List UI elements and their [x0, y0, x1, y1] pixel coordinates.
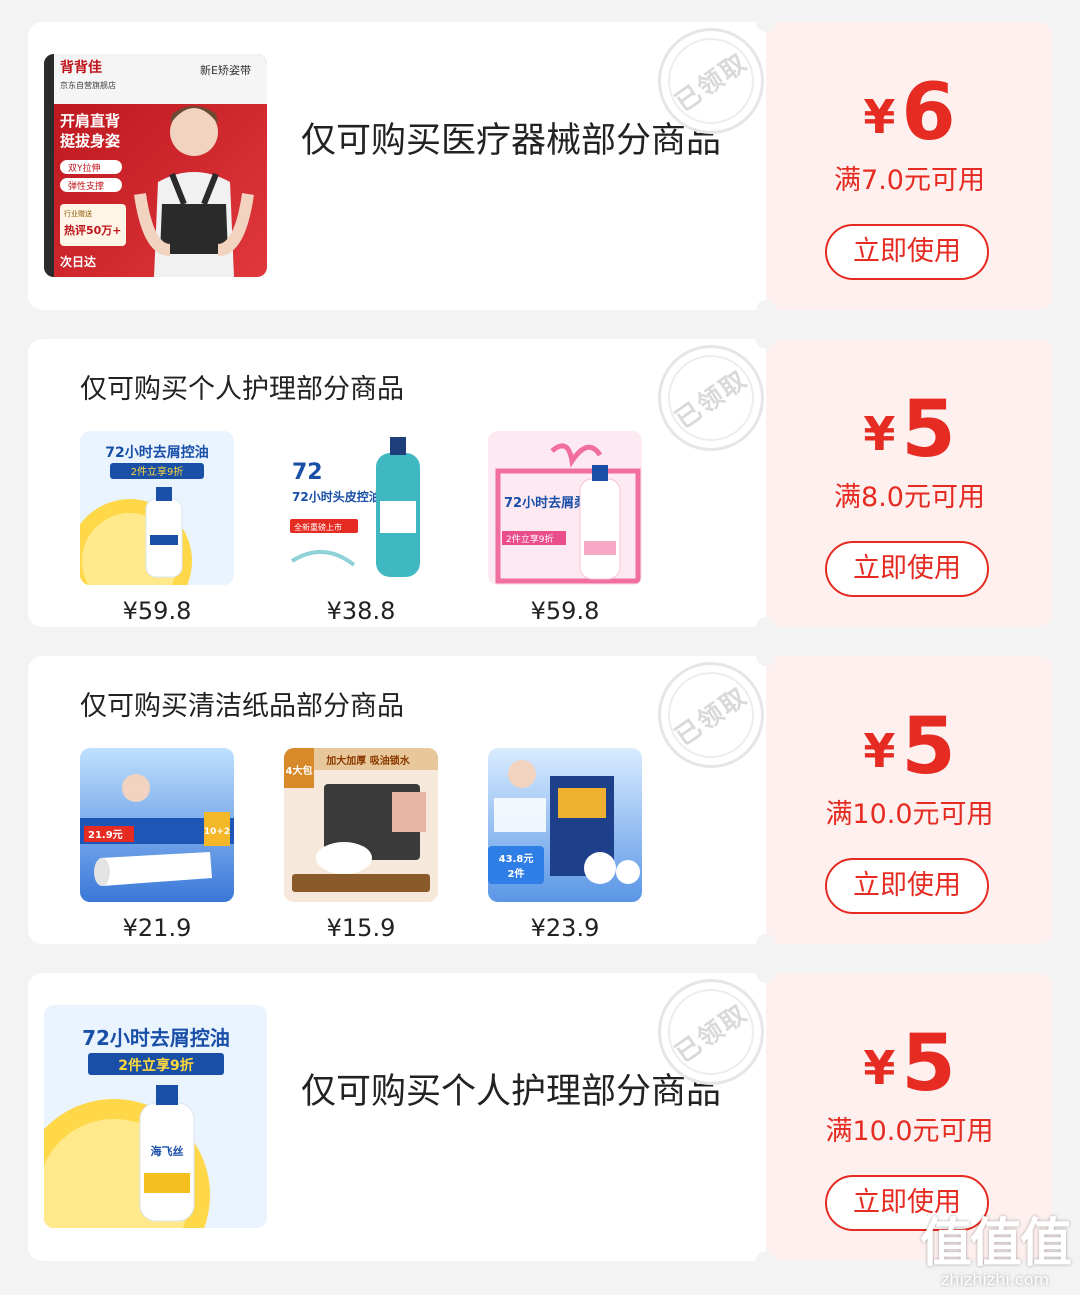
coupon-description: 仅可购买医疗器械部分商品: [301, 121, 722, 161]
shampoo-teal-image: 72 72小时头皮控油 全新重磅上市: [284, 431, 438, 585]
coupon-condition: 满8.0元可用: [834, 482, 985, 513]
product-item[interactable]: 43.8元 2件 ¥23.9: [488, 748, 642, 942]
product-headline: 21.9元: [88, 829, 123, 841]
claimed-stamp: 已领取: [658, 345, 764, 451]
stamp-text: 已领取: [670, 364, 754, 435]
amount-value: 5: [901, 702, 956, 792]
stamp-text: 已领取: [670, 998, 754, 1069]
product-thumbnail[interactable]: 43.8元 2件: [488, 748, 642, 902]
product-thumbnail[interactable]: 72小时去屑柔顺 2件立享9折: [488, 431, 642, 585]
product-thumbnail[interactable]: 加大加厚 吸油锁水 4大包: [284, 748, 438, 902]
coupon-condition: 满10.0元可用: [825, 1116, 994, 1147]
svg-text:72: 72: [292, 460, 323, 485]
product-price: ¥15.9: [326, 914, 396, 942]
watermark-url: zhizhizhi.com: [940, 1270, 1050, 1289]
product-thumbnail[interactable]: 10+2 21.9元: [80, 748, 234, 902]
delivery-text: 次日达: [60, 254, 96, 269]
coupon-card[interactable]: 背背佳 京东自营旗舰店 新E矫姿带 开肩直背 挺拔身姿 双Y拉伸 弹性支撑 行业…: [28, 22, 1053, 310]
coupon-card[interactable]: 仅可购买清洁纸品部分商品 10+2 21.9元 ¥21.9 加大加厚 吸油锁水 …: [28, 656, 1053, 944]
product-headline: 43.8元: [499, 853, 534, 865]
badge-text: 热评50万+: [64, 223, 122, 237]
store-text: 京东自营旗舰店: [60, 80, 116, 90]
product-item[interactable]: 72 72小时头皮控油 全新重磅上市 ¥38.8: [284, 431, 438, 625]
site-watermark: 值值值 zhizhizhi.com: [919, 1214, 1072, 1289]
coupon-description: 仅可购买个人护理部分商品: [80, 374, 404, 405]
product-headline: 72小时头皮控油: [292, 489, 381, 504]
product-promo: 4大包: [286, 764, 313, 777]
product-item[interactable]: 加大加厚 吸油锁水 4大包 ¥15.9: [284, 748, 438, 942]
feature-text: 双Y拉伸: [68, 162, 101, 174]
product-promo: 2件: [508, 867, 525, 880]
product-price: ¥38.8: [326, 597, 396, 625]
brand-text: 海飞丝: [151, 1144, 184, 1158]
product-price: ¥21.9: [122, 914, 192, 942]
coupon-amount: ¥6: [766, 74, 1053, 152]
product-promo: 2件立享9折: [118, 1057, 193, 1074]
currency-symbol: ¥: [863, 90, 896, 144]
shampoo-lemon-large-image: 72小时去屑控油 2件立享9折 海飞丝: [44, 1005, 267, 1228]
product-headline: 72小时去屑控油: [82, 1026, 230, 1050]
product-promo: 2件立享9折: [506, 533, 553, 545]
coupon-amount: ¥5: [766, 391, 1053, 469]
tissue-roll-image: 10+2 21.9元: [80, 748, 234, 902]
coupon-condition: 满7.0元可用: [834, 165, 985, 196]
product-item[interactable]: 72小时去屑控油 2件立享9折 ¥59.8: [80, 431, 234, 625]
coupon-card[interactable]: 72小时去屑控油 2件立享9折 海飞丝 仅可购买个人护理部分商品 已领取 ¥5 …: [28, 973, 1053, 1261]
stamp-text: 已领取: [670, 47, 754, 118]
product-headline: 加大加厚 吸油锁水: [325, 754, 410, 767]
feature-text: 弹性支撑: [68, 180, 104, 192]
product-promo: 2件立享9折: [131, 465, 184, 478]
coupon-amount: ¥5: [766, 1025, 1053, 1103]
claimed-stamp: 已领取: [658, 28, 764, 134]
coupon-description: 仅可购买清洁纸品部分商品: [80, 691, 404, 722]
currency-symbol: ¥: [863, 407, 896, 461]
claimed-stamp: 已领取: [658, 662, 764, 768]
product-item[interactable]: 72小时去屑柔顺 2件立享9折 ¥59.8: [488, 431, 642, 625]
amount-value: 5: [901, 1019, 956, 1109]
amount-value: 6: [901, 68, 956, 158]
stamp-text: 已领取: [670, 681, 754, 752]
currency-symbol: ¥: [863, 1041, 896, 1095]
product-price: ¥59.8: [530, 597, 600, 625]
headline-text: 开肩直背: [60, 112, 120, 130]
use-now-button[interactable]: 立即使用: [825, 858, 989, 914]
posture-brace-image: 背背佳 京东自营旗舰店 新E矫姿带 开肩直背 挺拔身姿 双Y拉伸 弹性支撑 行业…: [44, 54, 267, 277]
product-headline: 72小时去屑控油: [105, 444, 208, 461]
badge-text: 行业赠送: [64, 209, 92, 218]
watermark-logo: 值值值: [919, 1214, 1072, 1274]
claimed-stamp: 已领取: [658, 979, 764, 1085]
headline-text: 挺拔身姿: [60, 132, 120, 150]
coupon-description: 仅可购买个人护理部分商品: [301, 1072, 722, 1112]
use-now-button[interactable]: 立即使用: [825, 224, 989, 280]
coupon-list: 背背佳 京东自营旗舰店 新E矫姿带 开肩直背 挺拔身姿 双Y拉伸 弹性支撑 行业…: [0, 0, 1080, 1295]
product-price: ¥59.8: [122, 597, 192, 625]
product-thumbnail[interactable]: 72 72小时头皮控油 全新重磅上市: [284, 431, 438, 585]
shampoo-lemon-image: 72小时去屑控油 2件立享9折: [80, 431, 234, 585]
use-now-button[interactable]: 立即使用: [825, 541, 989, 597]
product-item[interactable]: 10+2 21.9元 ¥21.9: [80, 748, 234, 942]
coupon-card[interactable]: 仅可购买个人护理部分商品 72小时去屑控油 2件立享9折 ¥59.8 72 72…: [28, 339, 1053, 627]
product-price: ¥23.9: [530, 914, 600, 942]
brand-text: 背背佳: [60, 59, 102, 76]
currency-symbol: ¥: [863, 724, 896, 778]
toilet-paper-image: 43.8元 2件: [488, 748, 642, 902]
coupon-amount: ¥5: [766, 708, 1053, 786]
kitchen-paper-image: 加大加厚 吸油锁水 4大包: [284, 748, 438, 902]
product-thumbnail[interactable]: 72小时去屑控油 2件立享9折: [80, 431, 234, 585]
amount-value: 5: [901, 385, 956, 475]
product-thumbnail[interactable]: 72小时去屑控油 2件立享9折 海飞丝: [44, 1005, 267, 1228]
coupon-condition: 满10.0元可用: [825, 799, 994, 830]
tag-text: 新E矫姿带: [200, 63, 251, 77]
product-promo: 10+2: [204, 827, 230, 837]
product-promo: 全新重磅上市: [294, 522, 342, 532]
shampoo-pink-image: 72小时去屑柔顺 2件立享9折: [488, 431, 642, 585]
product-thumbnail[interactable]: 背背佳 京东自营旗舰店 新E矫姿带 开肩直背 挺拔身姿 双Y拉伸 弹性支撑 行业…: [44, 54, 267, 277]
